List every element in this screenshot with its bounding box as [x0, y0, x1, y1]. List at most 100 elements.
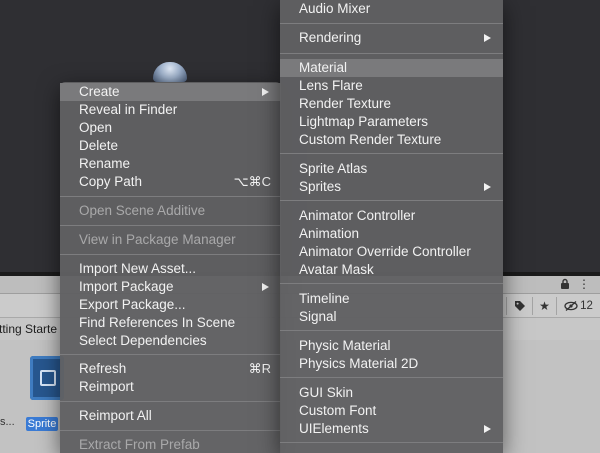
menu-item-material[interactable]: Material	[280, 59, 503, 77]
hidden-packages-count: 12	[580, 300, 593, 312]
menu-separator	[280, 330, 503, 331]
menu-item-reimport[interactable]: Reimport	[60, 378, 281, 396]
menu-item-custom-font[interactable]: Custom Font	[280, 402, 503, 420]
menu-item-animator-controller[interactable]: Animator Controller	[280, 207, 503, 225]
menu-item-signal[interactable]: Signal	[280, 308, 503, 326]
menu-separator	[280, 377, 503, 378]
menu-item-rendering[interactable]: Rendering	[280, 29, 503, 47]
menu-item-label: Custom Render Texture	[299, 132, 442, 147]
menu-item-label: Audio Mixer	[299, 1, 371, 16]
menu-separator	[60, 254, 281, 255]
menu-item-label: Import Package	[79, 279, 174, 294]
menu-item-label: Reveal in Finder	[79, 102, 178, 117]
menu-item-gui-skin[interactable]: GUI Skin	[280, 384, 503, 402]
menu-item-reimport-all[interactable]: Reimport All	[60, 407, 281, 425]
menu-item-label: Extract From Prefab	[79, 437, 200, 452]
menu-item-create[interactable]: Create	[60, 83, 281, 101]
menu-separator	[60, 354, 281, 355]
menu-item-sprite-atlas[interactable]: Sprite Atlas	[280, 160, 503, 178]
submenu-arrow-icon	[484, 34, 491, 42]
menu-item-label: Find References In Scene	[79, 315, 236, 330]
menu-item-label: Timeline	[299, 291, 350, 306]
menu-item-import-package[interactable]: Import Package	[60, 278, 281, 296]
menu-item-select-dependencies[interactable]: Select Dependencies	[60, 332, 281, 350]
create-submenu: Audio Mixer Rendering Material Lens Flar…	[280, 0, 503, 453]
menu-item-copy-path[interactable]: Copy Path ⌥⌘C	[60, 173, 281, 191]
menu-item-physics-material-2d[interactable]: Physics Material 2D	[280, 355, 503, 373]
menu-item-sprites[interactable]: Sprites	[280, 178, 503, 196]
menu-item-physic-material[interactable]: Physic Material	[280, 337, 503, 355]
filter-by-label-button[interactable]	[506, 297, 532, 315]
menu-item-label: Delete	[79, 138, 119, 153]
menu-separator	[280, 442, 503, 443]
menu-separator	[60, 401, 281, 402]
menu-item-label: Select Dependencies	[79, 333, 207, 348]
menu-item-label: UIElements	[299, 421, 369, 436]
menu-item-audio-mixer[interactable]: Audio Mixer	[280, 0, 503, 18]
menu-item-label: Animation	[299, 226, 360, 241]
menu-separator	[60, 430, 281, 431]
favorites-button[interactable]: ★	[532, 297, 556, 315]
submenu-arrow-icon	[262, 88, 269, 96]
menu-item-label: GUI Skin	[299, 385, 354, 400]
menu-item-view-in-package-manager: View in Package Manager	[60, 231, 281, 249]
submenu-arrow-icon	[484, 425, 491, 433]
menu-item-rename[interactable]: Rename	[60, 155, 281, 173]
menu-item-animation[interactable]: Animation	[280, 225, 503, 243]
menu-separator	[280, 283, 503, 284]
asset-label-truncated: s...	[0, 416, 15, 428]
sprite-asset-label[interactable]: Sprite	[26, 417, 58, 431]
menu-item-lightmap-parameters[interactable]: Lightmap Parameters	[280, 113, 503, 131]
menu-item-label: Rendering	[299, 30, 362, 45]
menu-item-label: Avatar Mask	[299, 262, 374, 277]
menu-item-render-texture[interactable]: Render Texture	[280, 95, 503, 113]
menu-item-export-package[interactable]: Export Package...	[60, 296, 281, 314]
menu-item-label: Create	[79, 84, 120, 99]
sprite-asset-icon[interactable]	[30, 356, 64, 400]
menu-item-lens-flare[interactable]: Lens Flare	[280, 77, 503, 95]
menu-item-label: View in Package Manager	[79, 232, 236, 247]
menu-separator	[280, 23, 503, 24]
menu-item-label: Material	[299, 60, 348, 75]
menu-separator	[60, 196, 281, 197]
menu-item-label: Refresh	[79, 361, 127, 376]
menu-item-label: Sprites	[299, 179, 342, 194]
breadcrumb[interactable]: tting Starte	[0, 318, 64, 340]
menu-item-find-references-in-scene[interactable]: Find References In Scene	[60, 314, 281, 332]
menu-item-label: Export Package...	[79, 297, 186, 312]
menu-item-label: Open	[79, 120, 113, 135]
menu-item-label: Lightmap Parameters	[299, 114, 429, 129]
menu-separator	[280, 153, 503, 154]
menu-item-label: Reimport	[79, 379, 134, 394]
menu-item-label: Physics Material 2D	[299, 356, 419, 371]
menu-item-label: Render Texture	[299, 96, 392, 111]
menu-item-label: Open Scene Additive	[79, 203, 206, 218]
shortcut-label: ⌘R	[248, 361, 271, 376]
menu-item-animator-override-controller[interactable]: Animator Override Controller	[280, 243, 503, 261]
menu-separator	[60, 225, 281, 226]
shortcut-label: ⌥⌘C	[233, 174, 271, 189]
menu-item-label: Import New Asset...	[79, 261, 197, 276]
lock-icon[interactable]	[560, 278, 570, 290]
menu-item-timeline[interactable]: Timeline	[280, 290, 503, 308]
menu-item-label: Sprite Atlas	[299, 161, 368, 176]
star-icon: ★	[539, 299, 550, 313]
menu-item-delete[interactable]: Delete	[60, 137, 281, 155]
menu-item-uielements[interactable]: UIElements	[280, 420, 503, 438]
menu-item-avatar-mask[interactable]: Avatar Mask	[280, 261, 503, 279]
submenu-arrow-icon	[484, 183, 491, 191]
hidden-packages-button[interactable]: 12	[556, 297, 600, 315]
menu-item-reveal-in-finder[interactable]: Reveal in Finder	[60, 101, 281, 119]
menu-item-import-new-asset[interactable]: Import New Asset...	[60, 260, 281, 278]
menu-item-label: Copy Path	[79, 174, 143, 189]
menu-item-label: Animator Override Controller	[299, 244, 471, 259]
more-options-icon[interactable]: ⋮	[578, 277, 590, 291]
menu-item-open[interactable]: Open	[60, 119, 281, 137]
menu-item-refresh[interactable]: Refresh ⌘R	[60, 360, 281, 378]
menu-item-label: Rename	[79, 156, 131, 171]
menu-separator	[280, 200, 503, 201]
tag-icon	[514, 301, 525, 311]
menu-item-label: Animator Controller	[299, 208, 416, 223]
submenu-arrow-icon	[262, 283, 269, 291]
menu-item-custom-render-texture[interactable]: Custom Render Texture	[280, 131, 503, 149]
